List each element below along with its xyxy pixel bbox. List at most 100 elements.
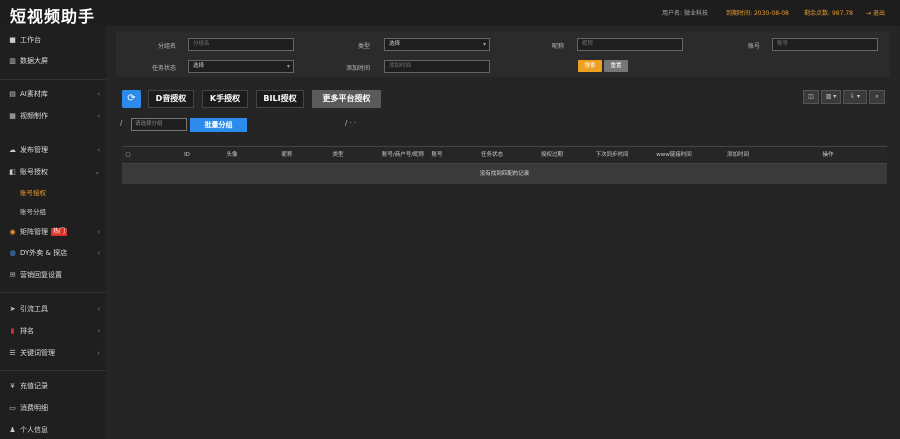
logout-link[interactable]: ⇥ 退出 xyxy=(866,8,885,17)
list-icon: ☰ xyxy=(9,349,16,357)
refresh-button[interactable]: ⟳ xyxy=(122,90,141,108)
column-header[interactable]: 授权过期 xyxy=(522,147,582,164)
type-select[interactable]: 选择 xyxy=(384,38,490,51)
mail-icon: ✉ xyxy=(9,271,16,279)
sidebar-item-label: 营销回复设置 xyxy=(20,271,62,279)
sidebar-item-label: 账号分组 xyxy=(20,208,46,216)
column-header: 头像 xyxy=(226,152,238,158)
sidebar-item-takeout[interactable]: ◍ DY外卖 & 探店 ‹ xyxy=(0,245,106,261)
chevron-left-icon: ‹ xyxy=(97,249,100,257)
search-icon: ⌕ xyxy=(875,93,879,100)
chevron-left-icon: ‹ xyxy=(97,146,100,154)
column-header: 操作 xyxy=(822,152,834,158)
sidebar-item-recharge[interactable]: ¥ 充值记录 xyxy=(0,378,106,394)
username-value: 微业科技 xyxy=(683,10,708,17)
sidebar-divider xyxy=(0,79,106,80)
table-empty-row: 没有找到匹配的记录 xyxy=(122,164,887,184)
sidebar-item-workbench[interactable]: ■ 工作台 xyxy=(0,32,106,48)
popup-fragment: / xyxy=(120,119,123,127)
sidebar-item-label: 工作台 xyxy=(20,36,41,44)
export-button[interactable]: ▥ ▾ xyxy=(821,90,841,104)
chevron-left-icon: ‹ xyxy=(97,327,100,335)
type-label: 类型 xyxy=(357,43,370,50)
library-icon: ▤ xyxy=(9,90,16,98)
store-icon: ◍ xyxy=(9,249,16,257)
sidebar-item-matrix[interactable]: ◉ 矩阵管理 热门 ‹ xyxy=(0,224,106,240)
points-value: 987.78 xyxy=(831,10,853,17)
sidebar-item-label: 排名 xyxy=(20,327,34,335)
group-input[interactable]: 分组名 xyxy=(188,38,294,51)
chevron-left-icon: ‹ xyxy=(97,349,100,357)
table-header: ▢ ID 头像 昵称 类型 账号/商户号/昵称 账号 任务状态 授权过期 下次同… xyxy=(122,146,887,164)
top-header: 短视频助手 用户名: 微业科技 到期时间: 2030-08-08 剩余点数: 9… xyxy=(0,0,900,26)
sidebar-item-reply-settings[interactable]: ✉ 营销回复设置 xyxy=(0,267,106,283)
nickname-label: 昵称 xyxy=(551,43,564,50)
sidebar-item-traffic-tools[interactable]: ➤ 引流工具 ‹ xyxy=(0,301,106,317)
chevron-left-icon: ‹ xyxy=(97,305,100,313)
more-platform-auth-button[interactable]: 更多平台授权 xyxy=(312,90,381,108)
search-button[interactable]: 搜索 xyxy=(578,60,602,72)
sidebar-item-label: 矩阵管理 xyxy=(20,228,48,236)
sidebar-subitem-account-auth[interactable]: 账号授权 xyxy=(0,184,106,200)
douyin-auth-button[interactable]: D音授权 xyxy=(148,90,194,108)
export-icon: ▥ ▾ xyxy=(825,93,837,100)
sidebar-item-keywords[interactable]: ☰ 关键词管理 ‹ xyxy=(0,345,106,361)
sidebar-subitem-account-group[interactable]: 账号分组 xyxy=(0,203,106,219)
reset-button[interactable]: 重置 xyxy=(604,60,628,72)
select-all-checkbox[interactable]: ▢ xyxy=(122,147,134,164)
expire-value: 2030-08-08 xyxy=(753,10,789,17)
app-title: 短视频助手 xyxy=(10,7,96,26)
column-header[interactable]: ID xyxy=(162,147,212,164)
table-search-button[interactable]: ⌕ xyxy=(869,90,885,104)
hot-badge: 热门 xyxy=(51,228,68,236)
column-header: 添加时间 xyxy=(726,152,749,158)
logout-label: 退出 xyxy=(872,10,885,17)
batch-group-button[interactable]: 批量分组 xyxy=(190,118,247,132)
sidebar-item-ai-material[interactable]: ▤ AI素材库 ‹ xyxy=(0,86,106,102)
sidebar-item-consumption[interactable]: ▭ 消费明细 xyxy=(0,400,106,416)
kuaishou-auth-button[interactable]: K手授权 xyxy=(202,90,248,108)
sidebar-item-account-auth[interactable]: ◧ 账号授权 ⌄ xyxy=(0,164,106,180)
download-button[interactable]: ⇩ ▾ xyxy=(843,90,867,104)
username-label: 用户名: xyxy=(662,10,683,17)
sidebar-item-label: DY外卖 & 探店 xyxy=(20,249,68,257)
cloud-icon: ☁ xyxy=(9,146,16,154)
account-label: 账号 xyxy=(747,43,760,50)
download-icon: ⇩ ▾ xyxy=(850,93,860,100)
sidebar-item-label: 充值记录 xyxy=(20,382,48,390)
nickname-input[interactable]: 昵称 xyxy=(577,38,683,51)
sidebar-item-label: 关键词管理 xyxy=(20,349,55,357)
sidebar-item-ranking[interactable]: ▮ 排名 ‹ xyxy=(0,323,106,339)
sidebar-item-profile[interactable]: ♟ 个人信息 xyxy=(0,422,106,438)
column-header: 昵称 xyxy=(281,152,293,158)
sidebar-divider xyxy=(0,370,106,371)
chevron-left-icon: ‹ xyxy=(97,112,100,120)
points-info: 剩余点数: 987.78 xyxy=(804,8,853,17)
auth-icon: ◧ xyxy=(9,168,16,176)
sidebar-item-dashboard[interactable]: ▥ 数据大屏 xyxy=(0,53,106,69)
card-icon: ▭ xyxy=(9,404,16,412)
bili-auth-button[interactable]: BILI授权 xyxy=(256,90,304,108)
sidebar-item-label: 个人信息 xyxy=(20,426,48,434)
columns-button[interactable]: ◫ xyxy=(803,90,819,104)
column-header: www链接时间 xyxy=(656,152,692,158)
user-icon: ♟ xyxy=(9,426,16,434)
matrix-icon: ◉ xyxy=(9,228,16,236)
filter-panel: 分组名 分组名 类型 选择 昵称 昵称 账号 账号 任务状态 选择 添加时间 添… xyxy=(116,31,890,77)
column-header: 账号 xyxy=(431,152,443,158)
sidebar-item-label: 账号授权 xyxy=(20,189,46,197)
chart-icon: ▥ xyxy=(9,57,16,65)
chevron-left-icon: ‹ xyxy=(97,90,100,98)
task-status-select[interactable]: 选择 xyxy=(188,60,294,73)
expire-label: 到期时间: xyxy=(726,10,753,17)
group-select-input[interactable]: 请选择分组 xyxy=(131,118,187,131)
accounts-table: ▢ ID 头像 昵称 类型 账号/商户号/昵称 账号 任务状态 授权过期 下次同… xyxy=(122,146,887,184)
sidebar-item-label: 引流工具 xyxy=(20,305,48,313)
account-input[interactable]: 账号 xyxy=(772,38,878,51)
rank-icon: ▮ xyxy=(10,327,15,335)
video-icon: ▦ xyxy=(9,112,16,120)
addtime-input[interactable]: 添加时间 xyxy=(384,60,490,73)
sidebar-item-video-make[interactable]: ▦ 视频制作 ‹ xyxy=(0,108,106,124)
sidebar-item-publish[interactable]: ☁ 发布管理 ‹ xyxy=(0,142,106,158)
sidebar-item-label: 发布管理 xyxy=(20,146,48,154)
